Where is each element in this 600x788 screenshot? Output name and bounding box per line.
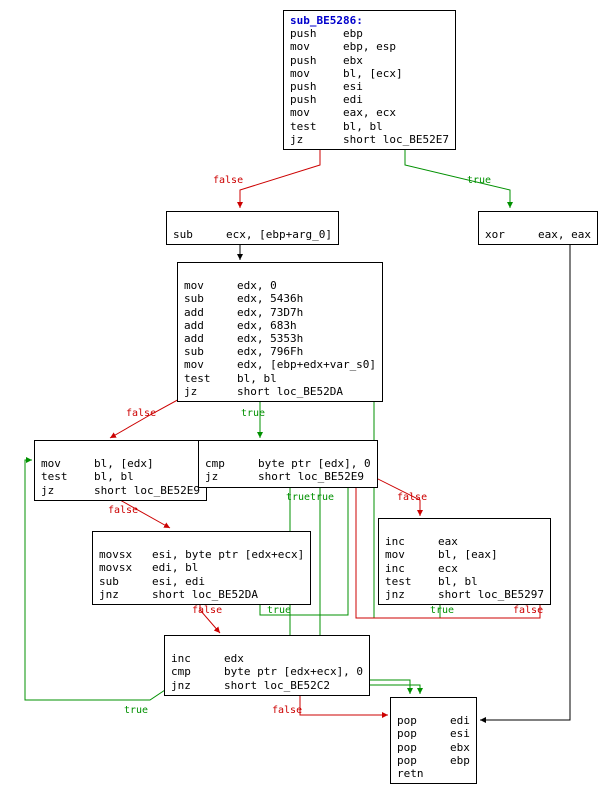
- block-code: cmp byte ptr [edx], 0 jz short loc_BE52E…: [205, 457, 371, 483]
- block-code: push ebp mov ebp, esp push ebx mov bl, […: [290, 27, 449, 146]
- cfg-block-cmp: cmp byte ptr [edx], 0 jz short loc_BE52E…: [198, 440, 378, 488]
- cfg-block-movsx: movsx esi, byte ptr [edx+ecx] movsx edi,…: [92, 531, 311, 605]
- block-code: sub ecx, [ebp+arg_0]: [173, 228, 332, 241]
- edge: [240, 145, 320, 208]
- block-code: xor eax, eax: [485, 228, 591, 241]
- cfg-block-xor-eax: xor eax, eax: [478, 211, 598, 245]
- cfg-block-inc-edx: inc edx cmp byte ptr [edx+ecx], 0 jnz sh…: [164, 635, 370, 696]
- edge: [405, 145, 510, 208]
- block-code: inc eax mov bl, [eax] inc ecx test bl, b…: [385, 535, 544, 601]
- edge-label-false: false: [108, 505, 138, 516]
- block-code: mov edx, 0 sub edx, 5436h add edx, 73D7h…: [184, 279, 376, 398]
- edge-label-true: true: [430, 605, 454, 616]
- cfg-block-epilogue: pop edi pop esi pop ebx pop ebp retn: [390, 697, 477, 784]
- edge-label-false: false: [126, 408, 156, 419]
- block-code: movsx esi, byte ptr [edx+ecx] movsx edi,…: [99, 548, 304, 601]
- block-code: inc edx cmp byte ptr [edx+ecx], 0 jnz sh…: [171, 652, 363, 691]
- cfg-block-sub-ecx: sub ecx, [ebp+arg_0]: [166, 211, 339, 245]
- function-name: sub_BE5286:: [290, 14, 363, 27]
- edge-label-false: false: [272, 705, 302, 716]
- edge-label-true: true: [310, 492, 334, 503]
- edge-label-true: true: [124, 705, 148, 716]
- cfg-block-entry: sub_BE5286: push ebp mov ebp, esp push e…: [283, 10, 456, 150]
- edge-label-true: true: [241, 408, 265, 419]
- edge-label-false: false: [513, 605, 543, 616]
- edge-label-false: false: [192, 605, 222, 616]
- cfg-block-inc-eax: inc eax mov bl, [eax] inc ecx test bl, b…: [378, 518, 551, 605]
- cfg-block-mov-edx: mov edx, 0 sub edx, 5436h add edx, 73D7h…: [177, 262, 383, 402]
- edge-label-false: false: [213, 175, 243, 186]
- edge-label-true: true: [267, 605, 291, 616]
- edge-label-true: true: [286, 492, 310, 503]
- block-code: mov bl, [edx] test bl, bl jz short loc_B…: [41, 457, 200, 496]
- block-code: pop edi pop esi pop ebx pop ebp retn: [397, 714, 470, 780]
- edge-label-true: true: [467, 175, 491, 186]
- cfg-block-mov-bl: mov bl, [edx] test bl, bl jz short loc_B…: [34, 440, 207, 501]
- edge: [480, 220, 570, 720]
- edge-label-false: false: [397, 492, 427, 503]
